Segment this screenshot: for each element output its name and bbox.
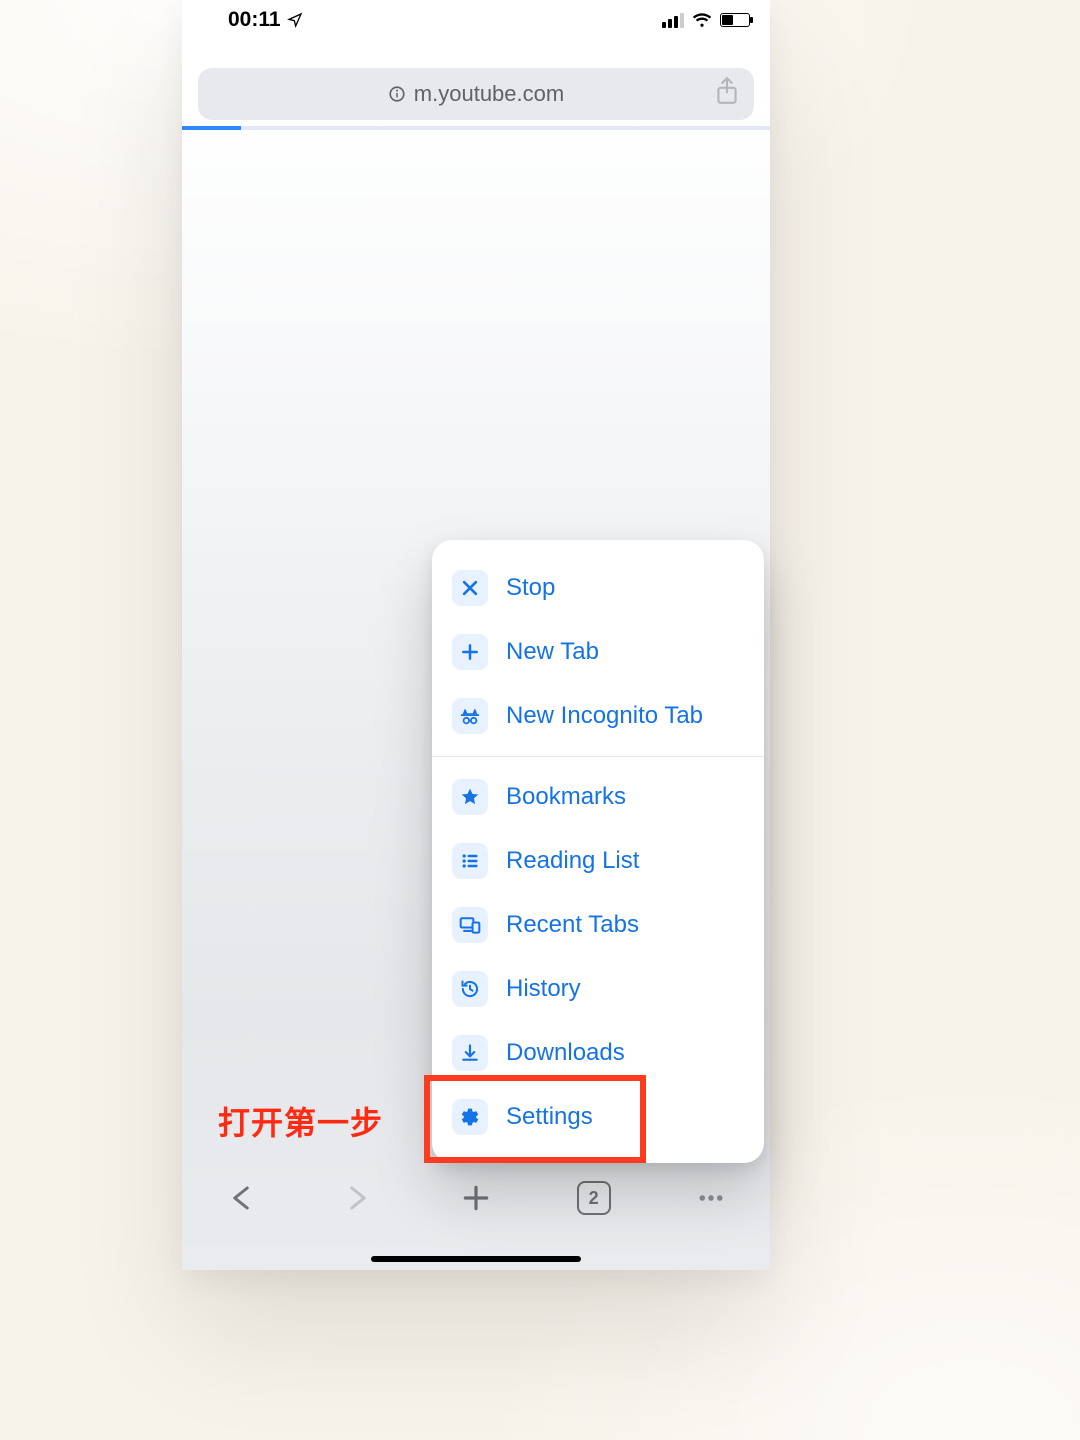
address-bar[interactable]: m.youtube.com: [198, 68, 754, 120]
page-load-progress: [182, 126, 770, 130]
menu-item-downloads[interactable]: Downloads: [432, 1021, 764, 1085]
status-right: [662, 12, 750, 28]
more-icon: [696, 1183, 726, 1213]
annotation-label: 打开第一步: [218, 1098, 383, 1144]
share-icon: [714, 76, 740, 106]
cellular-icon: [662, 13, 684, 28]
menu-item-label: New Tab: [506, 638, 599, 666]
battery-icon: [720, 13, 750, 27]
share-button[interactable]: [714, 76, 740, 112]
tab-count-badge: 2: [577, 1181, 611, 1215]
status-time: 00:11: [228, 8, 303, 32]
progress-bar: [182, 126, 241, 130]
back-arrow-icon: [226, 1183, 256, 1213]
menu-item-label: Settings: [506, 1103, 593, 1131]
star-icon: [452, 779, 488, 815]
new-tab-button[interactable]: [450, 1172, 502, 1224]
canvas: 00:11 m.youtube.com: [0, 0, 1080, 1440]
tabs-button[interactable]: 2: [568, 1172, 620, 1224]
menu-item-stop[interactable]: Stop: [432, 556, 764, 620]
menu-item-label: Downloads: [506, 1039, 625, 1067]
menu-item-label: New Incognito Tab: [506, 702, 703, 730]
devices-icon: [452, 907, 488, 943]
wifi-icon: [692, 12, 712, 28]
incognito-icon: [452, 698, 488, 734]
menu-item-label: Stop: [506, 574, 555, 602]
forward-arrow-icon: [343, 1183, 373, 1213]
menu-item-new-tab[interactable]: New Tab: [432, 620, 764, 684]
menu-item-bookmarks[interactable]: Bookmarks: [432, 765, 764, 829]
gear-icon: [452, 1099, 488, 1135]
download-icon: [452, 1035, 488, 1071]
menu-item-label: History: [506, 975, 581, 1003]
address-bar-text: m.youtube.com: [414, 81, 564, 107]
list-icon: [452, 843, 488, 879]
menu-item-history[interactable]: History: [432, 957, 764, 1021]
status-bar: 00:11: [182, 0, 770, 40]
location-arrow-icon: [287, 12, 303, 28]
menu-item-label: Reading List: [506, 847, 639, 875]
home-indicator: [371, 1256, 581, 1262]
menu-separator: [432, 756, 764, 757]
back-button[interactable]: [215, 1172, 267, 1224]
menu-item-settings[interactable]: Settings: [432, 1085, 764, 1149]
forward-button[interactable]: [332, 1172, 384, 1224]
plus-icon: [460, 1182, 492, 1214]
menu-item-incognito[interactable]: New Incognito Tab: [432, 684, 764, 748]
plus-icon: [452, 634, 488, 670]
menu-item-label: Recent Tabs: [506, 911, 639, 939]
overflow-menu: Stop New Tab New Incognito Tab Bookmarks Rea…: [432, 540, 764, 1163]
history-icon: [452, 971, 488, 1007]
menu-item-reading-list[interactable]: Reading List: [432, 829, 764, 893]
x-icon: [452, 570, 488, 606]
overflow-menu-button[interactable]: [685, 1172, 737, 1224]
menu-item-recent-tabs[interactable]: Recent Tabs: [432, 893, 764, 957]
menu-item-label: Bookmarks: [506, 783, 626, 811]
site-info-icon: [388, 85, 406, 103]
bottom-toolbar: 2: [182, 1166, 770, 1230]
status-time-text: 00:11: [228, 8, 281, 32]
